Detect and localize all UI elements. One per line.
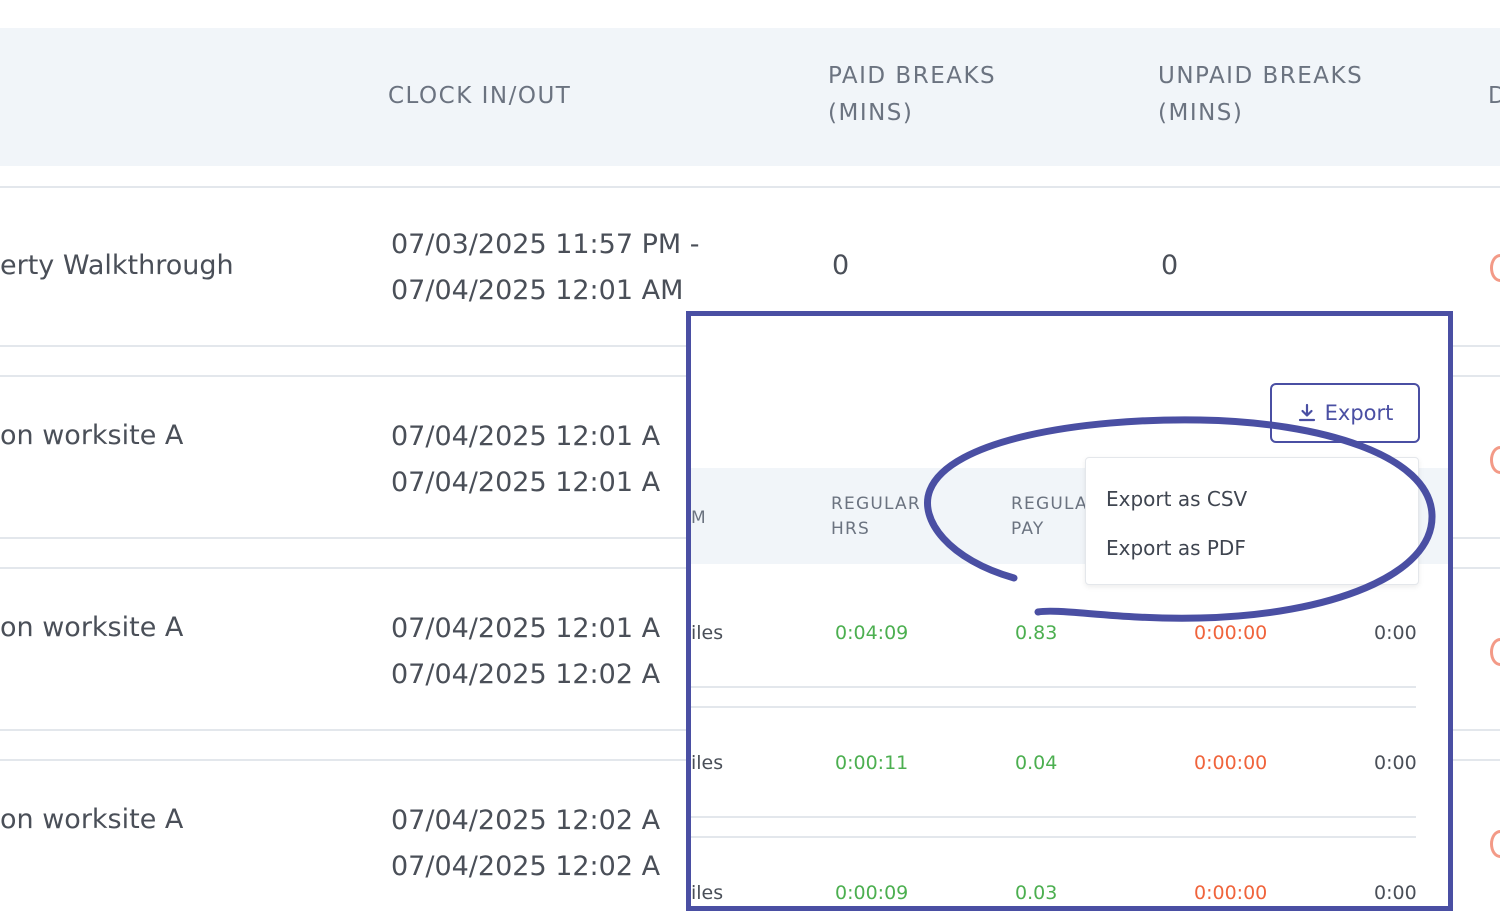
header-regular-hrs: REGULAR HRS [831, 492, 921, 542]
header-unpaid-breaks-line2: (MINS) [1158, 100, 1244, 126]
row-unpaid-breaks: 0 [1161, 250, 1179, 281]
row-divider [691, 836, 1416, 838]
clock-out-time: 07/04/2025 12:01 AM [391, 275, 684, 306]
regular-hrs-value: 0:00:09 [835, 882, 909, 904]
row-divider [0, 186, 1500, 188]
inset-partial-cell: iles [691, 752, 724, 774]
delete-icon[interactable] [1490, 446, 1500, 474]
clock-in-time: 07/04/2025 12:01 A [391, 421, 661, 452]
row-divider [691, 706, 1416, 708]
clock-in-time: 07/04/2025 12:02 A [391, 805, 661, 836]
zoom-inset-panel: M REGULAR HRS REGULA PAY iles 0:04:09 0.… [686, 311, 1453, 911]
header-regular-hrs-line2: HRS [831, 519, 870, 539]
row-description: on worksite A [0, 612, 184, 643]
row-description: on worksite A [0, 420, 184, 451]
header-regular-pay-line2: PAY [1011, 519, 1045, 539]
header-regular-hrs-line1: REGULAR [831, 494, 921, 514]
clock-out-time: 07/04/2025 12:02 A [391, 851, 661, 882]
export-button[interactable]: Export [1270, 383, 1420, 443]
row-clock-times: 07/04/2025 12:01 A 07/04/2025 12:02 A [391, 606, 660, 698]
last-column-value: 0:00 [1374, 752, 1417, 774]
header-unpaid-breaks: UNPAID BREAKS (MINS) [1158, 58, 1363, 132]
inset-partial-cell: iles [691, 622, 724, 644]
row-paid-breaks: 0 [832, 250, 850, 281]
row-clock-times: 07/04/2025 12:02 A 07/04/2025 12:02 A [391, 798, 660, 890]
clock-out-time: 07/04/2025 12:02 A [391, 659, 661, 690]
header-clock-in-out: CLOCK IN/OUT [388, 83, 572, 109]
row-description: erty Walkthrough [0, 250, 234, 281]
clock-out-time: 07/04/2025 12:01 A [391, 467, 661, 498]
row-clock-times: 07/04/2025 12:01 A 07/04/2025 12:01 A [391, 414, 660, 506]
export-dropdown-menu: Export as CSV Export as PDF [1085, 457, 1419, 585]
download-icon [1298, 403, 1315, 422]
delete-icon[interactable] [1490, 638, 1500, 666]
regular-pay-value: 0.03 [1015, 882, 1058, 904]
delete-icon[interactable] [1490, 830, 1500, 858]
last-column-value: 0:00 [1374, 622, 1417, 644]
clock-in-time: 07/04/2025 12:01 A [391, 613, 661, 644]
header-regular-pay-line1: REGULA [1011, 494, 1088, 514]
last-column-value: 0:00 [1374, 882, 1417, 904]
header-unpaid-breaks-line1: UNPAID BREAKS [1158, 63, 1364, 89]
regular-pay-value: 0.83 [1015, 622, 1058, 644]
row-divider [691, 686, 1416, 688]
clock-in-time: 07/03/2025 11:57 PM - [391, 229, 700, 260]
header-partial-edge: D [1488, 83, 1500, 109]
inset-partial-cell: iles [691, 882, 724, 904]
regular-hrs-value: 0:04:09 [835, 622, 909, 644]
overtime-hrs-value: 0:00:00 [1194, 752, 1268, 774]
header-paid-breaks: PAID BREAKS (MINS) [828, 58, 996, 132]
overtime-hrs-value: 0:00:00 [1194, 622, 1268, 644]
header-regular-pay: REGULA PAY [1011, 492, 1088, 542]
regular-hrs-value: 0:00:11 [835, 752, 909, 774]
export-csv-option[interactable]: Export as CSV [1106, 487, 1247, 511]
header-paid-breaks-line1: PAID BREAKS [828, 63, 997, 89]
export-pdf-option[interactable]: Export as PDF [1106, 536, 1246, 560]
regular-pay-value: 0.04 [1015, 752, 1058, 774]
header-paid-breaks-line2: (MINS) [828, 100, 914, 126]
row-description: on worksite A [0, 804, 184, 835]
row-divider [691, 816, 1416, 818]
row-clock-times: 07/03/2025 11:57 PM - 07/04/2025 12:01 A… [391, 222, 700, 314]
overtime-hrs-value: 0:00:00 [1194, 882, 1268, 904]
delete-icon[interactable] [1490, 254, 1500, 282]
inset-header-partial: M [691, 508, 707, 528]
export-button-label: Export [1324, 401, 1394, 425]
